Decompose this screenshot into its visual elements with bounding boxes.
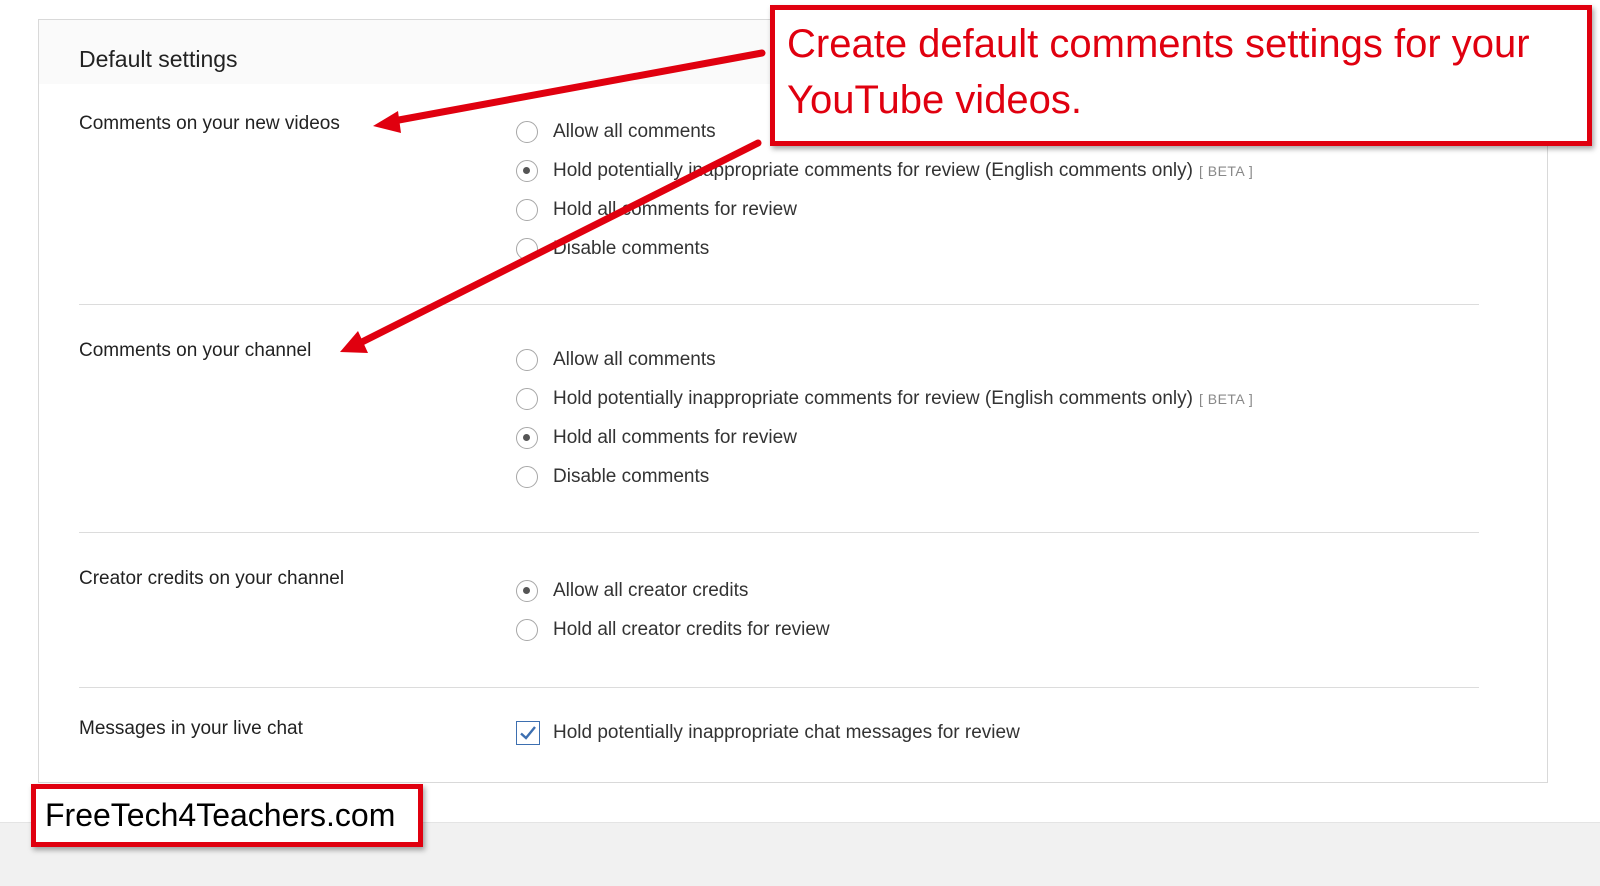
radio-button[interactable] [516, 427, 538, 449]
option-label: Hold potentially inappropriate comments … [553, 388, 1193, 409]
option-label: Allow all comments [553, 121, 716, 142]
brand-label: FreeTech4Teachers.com [31, 784, 423, 847]
beta-badge: [ BETA ] [1198, 163, 1254, 179]
beta-badge: [ BETA ] [1198, 391, 1254, 407]
checkbox[interactable] [516, 721, 540, 745]
option-label: Hold potentially inappropriate comments … [553, 160, 1193, 181]
radio-option-new-videos-hold-all[interactable]: Hold all comments for review [516, 196, 797, 224]
radio-option-channel-disable[interactable]: Disable comments [516, 463, 709, 491]
radio-button[interactable] [516, 238, 538, 260]
radio-option-credits-hold-all[interactable]: Hold all creator credits for review [516, 616, 830, 644]
section-label-channel: Comments on your channel [79, 340, 312, 361]
callout-text: Create default comments settings for you… [787, 22, 1530, 122]
section-divider [79, 532, 1479, 533]
option-label: Allow all creator credits [553, 580, 749, 601]
radio-button[interactable] [516, 160, 538, 182]
section-label-creator-credits: Creator credits on your channel [79, 568, 345, 589]
option-label: Hold all comments for review [553, 199, 797, 220]
radio-option-new-videos-hold-inappropriate[interactable]: Hold potentially inappropriate comments … [516, 157, 1253, 185]
radio-option-channel-hold-all[interactable]: Hold all comments for review [516, 424, 797, 452]
brand-text: FreeTech4Teachers.com [45, 797, 396, 833]
radio-button[interactable] [516, 121, 538, 143]
section-label-live-chat: Messages in your live chat [79, 718, 303, 739]
radio-option-new-videos-allow-all[interactable]: Allow all comments [516, 118, 716, 146]
option-label: Hold potentially inappropriate chat mess… [553, 722, 1020, 743]
option-label: Hold all comments for review [553, 427, 797, 448]
radio-option-credits-allow-all[interactable]: Allow all creator credits [516, 577, 748, 605]
section-divider [79, 304, 1479, 305]
checkbox-option-live-chat[interactable]: Hold potentially inappropriate chat mess… [516, 719, 1020, 747]
radio-button[interactable] [516, 349, 538, 371]
radio-button[interactable] [516, 466, 538, 488]
section-label-new-videos: Comments on your new videos [79, 113, 340, 134]
section-divider [79, 687, 1479, 688]
option-label: Disable comments [553, 466, 710, 487]
radio-button[interactable] [516, 199, 538, 221]
radio-option-new-videos-disable[interactable]: Disable comments [516, 235, 709, 263]
checkmark-icon [520, 726, 536, 740]
option-label: Hold all creator credits for review [553, 619, 830, 640]
annotation-callout: Create default comments settings for you… [770, 5, 1592, 146]
radio-option-channel-hold-inappropriate[interactable]: Hold potentially inappropriate comments … [516, 385, 1253, 413]
radio-button[interactable] [516, 388, 538, 410]
panel-title: Default settings [79, 46, 238, 72]
radio-button[interactable] [516, 580, 538, 602]
option-label: Disable comments [553, 238, 710, 259]
option-label: Allow all comments [553, 349, 716, 370]
radio-option-channel-allow-all[interactable]: Allow all comments [516, 346, 716, 374]
radio-button[interactable] [516, 619, 538, 641]
